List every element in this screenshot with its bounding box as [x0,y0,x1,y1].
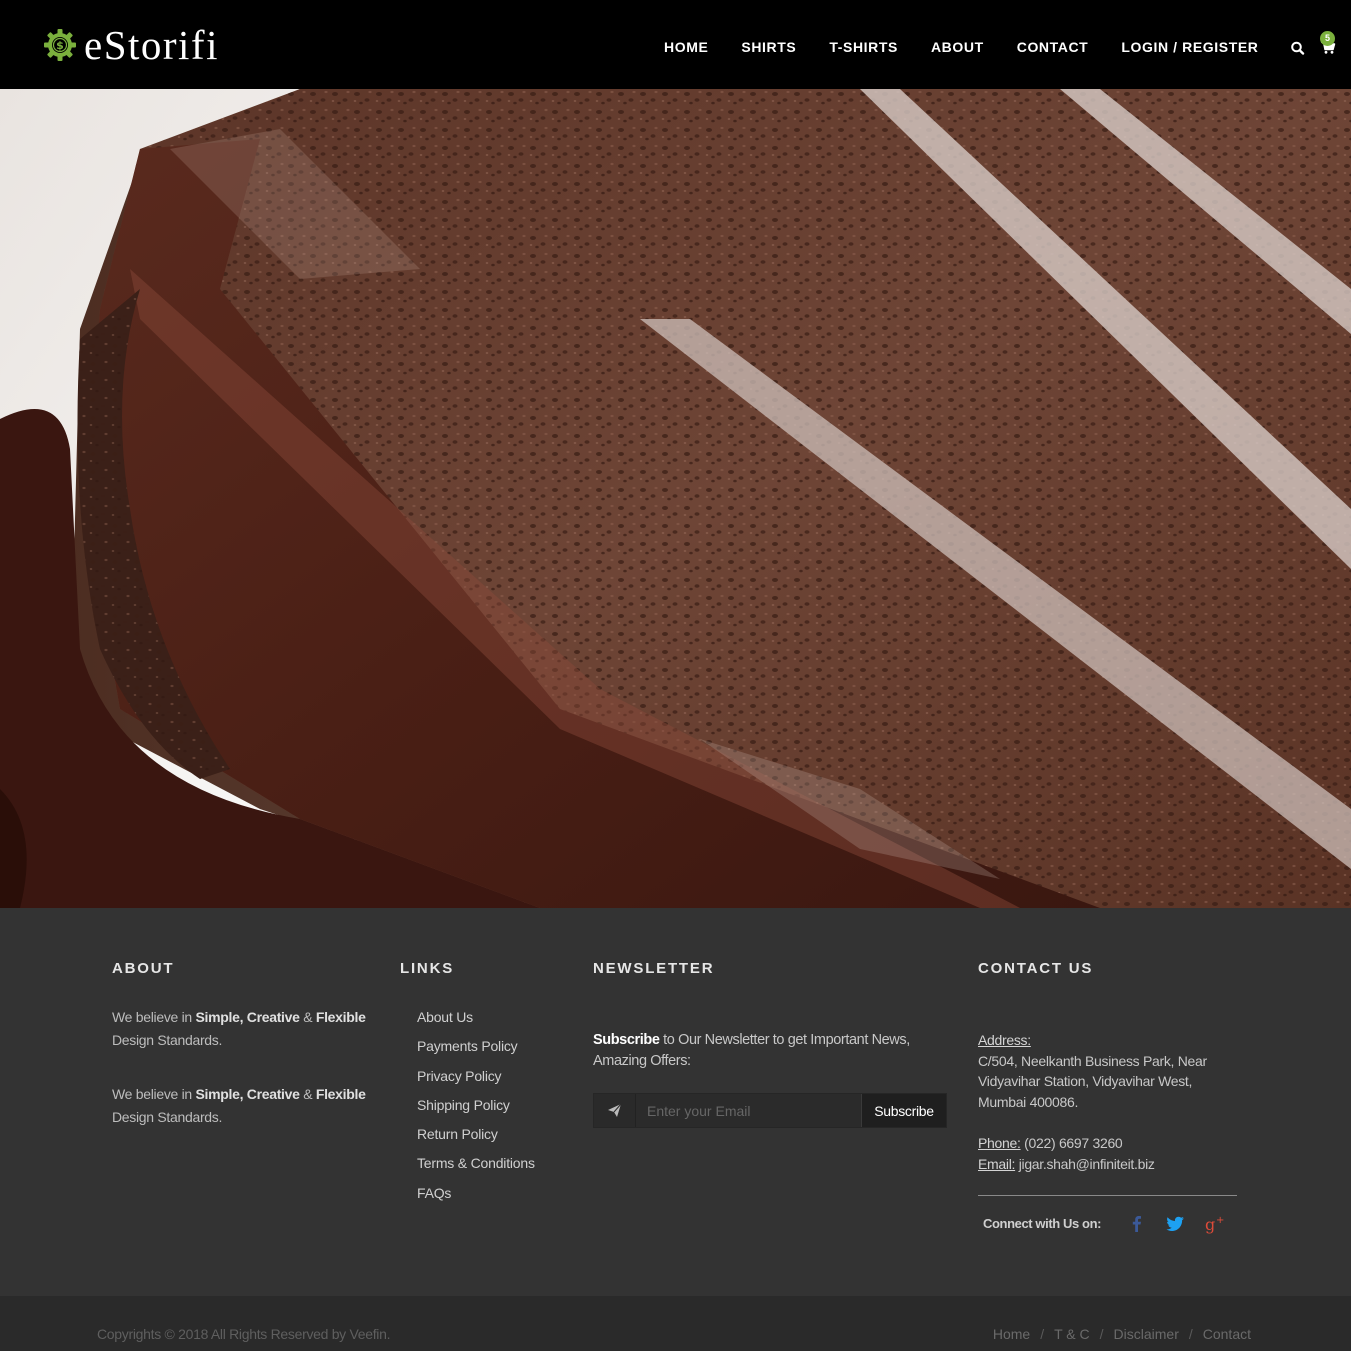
link-privacy-policy[interactable]: Privacy Policy [417,1068,502,1084]
site-header: $ eStorifi HOME SHIRTS T-SHIRTS ABOUT CO… [0,0,1351,89]
separator: / [1188,1326,1193,1342]
svg-text:$: $ [56,39,64,52]
twitter-icon[interactable] [1164,1213,1186,1235]
address-text: C/504, Neelkanth Business Park, Near Vid… [978,1052,1207,1110]
list-item: About Us [417,1006,535,1035]
footer-newsletter-title: NEWSLETTER [593,960,715,977]
list-item: Privacy Policy [417,1065,535,1094]
contact-divider [978,1195,1237,1196]
bottom-nav: Home / T & C / Disclaimer / Contact [993,1326,1251,1342]
bottom-link-disclaimer[interactable]: Disclaimer [1114,1326,1179,1342]
link-terms-conditions[interactable]: Terms & Conditions [417,1155,535,1171]
list-item: Return Policy [417,1123,535,1152]
cart-count-badge: 5 [1320,31,1335,46]
copyright-text: Copyrights © 2018 All Rights Reserved by… [97,1326,391,1342]
nav-shirts[interactable]: SHIRTS [741,39,796,55]
newsletter-form: Subscribe [593,1093,947,1128]
link-about-us[interactable]: About Us [417,1009,473,1025]
bottom-link-terms[interactable]: T & C [1054,1326,1090,1342]
contact-details: Address: C/504, Neelkanth Business Park,… [978,1030,1238,1174]
phone-number[interactable]: (022) 6697 3260 [1021,1135,1123,1151]
link-payments-policy[interactable]: Payments Policy [417,1038,518,1054]
list-item: Shipping Policy [417,1094,535,1123]
list-item: Terms & Conditions [417,1152,535,1181]
link-faqs[interactable]: FAQs [417,1185,451,1201]
newsletter-text: Subscribe to Our Newsletter to get Impor… [593,1032,910,1069]
svg-text:g: g [1205,1215,1215,1234]
separator: / [1099,1326,1104,1342]
email-field[interactable] [635,1094,861,1127]
main-nav: HOME SHIRTS T-SHIRTS ABOUT CONTACT LOGIN… [664,38,1350,56]
about-paragraph-1: We believe in Simple, Creative & Flexibl… [112,1009,366,1048]
bottom-link-home[interactable]: Home [993,1326,1030,1342]
phone-block: Phone: (022) 6697 3260 [978,1133,1238,1154]
nav-home[interactable]: HOME [664,39,708,55]
nav-about[interactable]: ABOUT [931,39,984,55]
logo[interactable]: $ eStorifi [43,24,219,66]
bottom-link-contact[interactable]: Contact [1203,1326,1251,1342]
nav-t-shirts[interactable]: T-SHIRTS [829,39,898,55]
address-label: Address: [978,1032,1031,1048]
address-block: Address: C/504, Neelkanth Business Park,… [978,1030,1238,1112]
google-plus-icon[interactable]: g + [1204,1213,1226,1235]
phone-label: Phone: [978,1135,1021,1151]
svg-text:+: + [1216,1215,1224,1226]
about-paragraph-2: We believe in Simple, Creative & Flexibl… [112,1086,366,1125]
connect-label: Connect with Us on: [983,1216,1102,1231]
list-item: Payments Policy [417,1035,535,1064]
site-footer: ABOUT We believe in Simple, Creative & F… [0,908,1351,1296]
bottom-bar: Copyrights © 2018 All Rights Reserved by… [0,1296,1351,1351]
list-item: FAQs [417,1182,535,1211]
link-return-policy[interactable]: Return Policy [417,1126,498,1142]
gear-dollar-icon: $ [43,28,77,62]
paper-plane-icon [594,1094,635,1127]
link-shipping-policy[interactable]: Shipping Policy [417,1097,510,1113]
nav-login-register[interactable]: LOGIN / REGISTER [1121,39,1258,55]
footer-links-list: About Us Payments Policy Privacy Policy … [417,1006,535,1211]
nav-contact[interactable]: CONTACT [1017,39,1089,55]
chocolate-cake-image [0,89,1351,908]
email-block: Email: jigar.shah@infiniteit.biz [978,1154,1238,1175]
email-address[interactable]: jigar.shah@infiniteit.biz [1015,1156,1155,1172]
subscribe-button[interactable]: Subscribe [861,1094,946,1127]
footer-contact-title: CONTACT US [978,960,1094,977]
facebook-icon[interactable] [1126,1213,1148,1235]
search-icon[interactable] [1290,39,1306,55]
hero-image [0,89,1351,908]
email-label: Email: [978,1155,1016,1172]
brand-name: eStorifi [84,22,219,68]
footer-about-title: ABOUT [112,960,175,977]
footer-links-title: LINKS [400,960,454,977]
separator: / [1040,1326,1045,1342]
